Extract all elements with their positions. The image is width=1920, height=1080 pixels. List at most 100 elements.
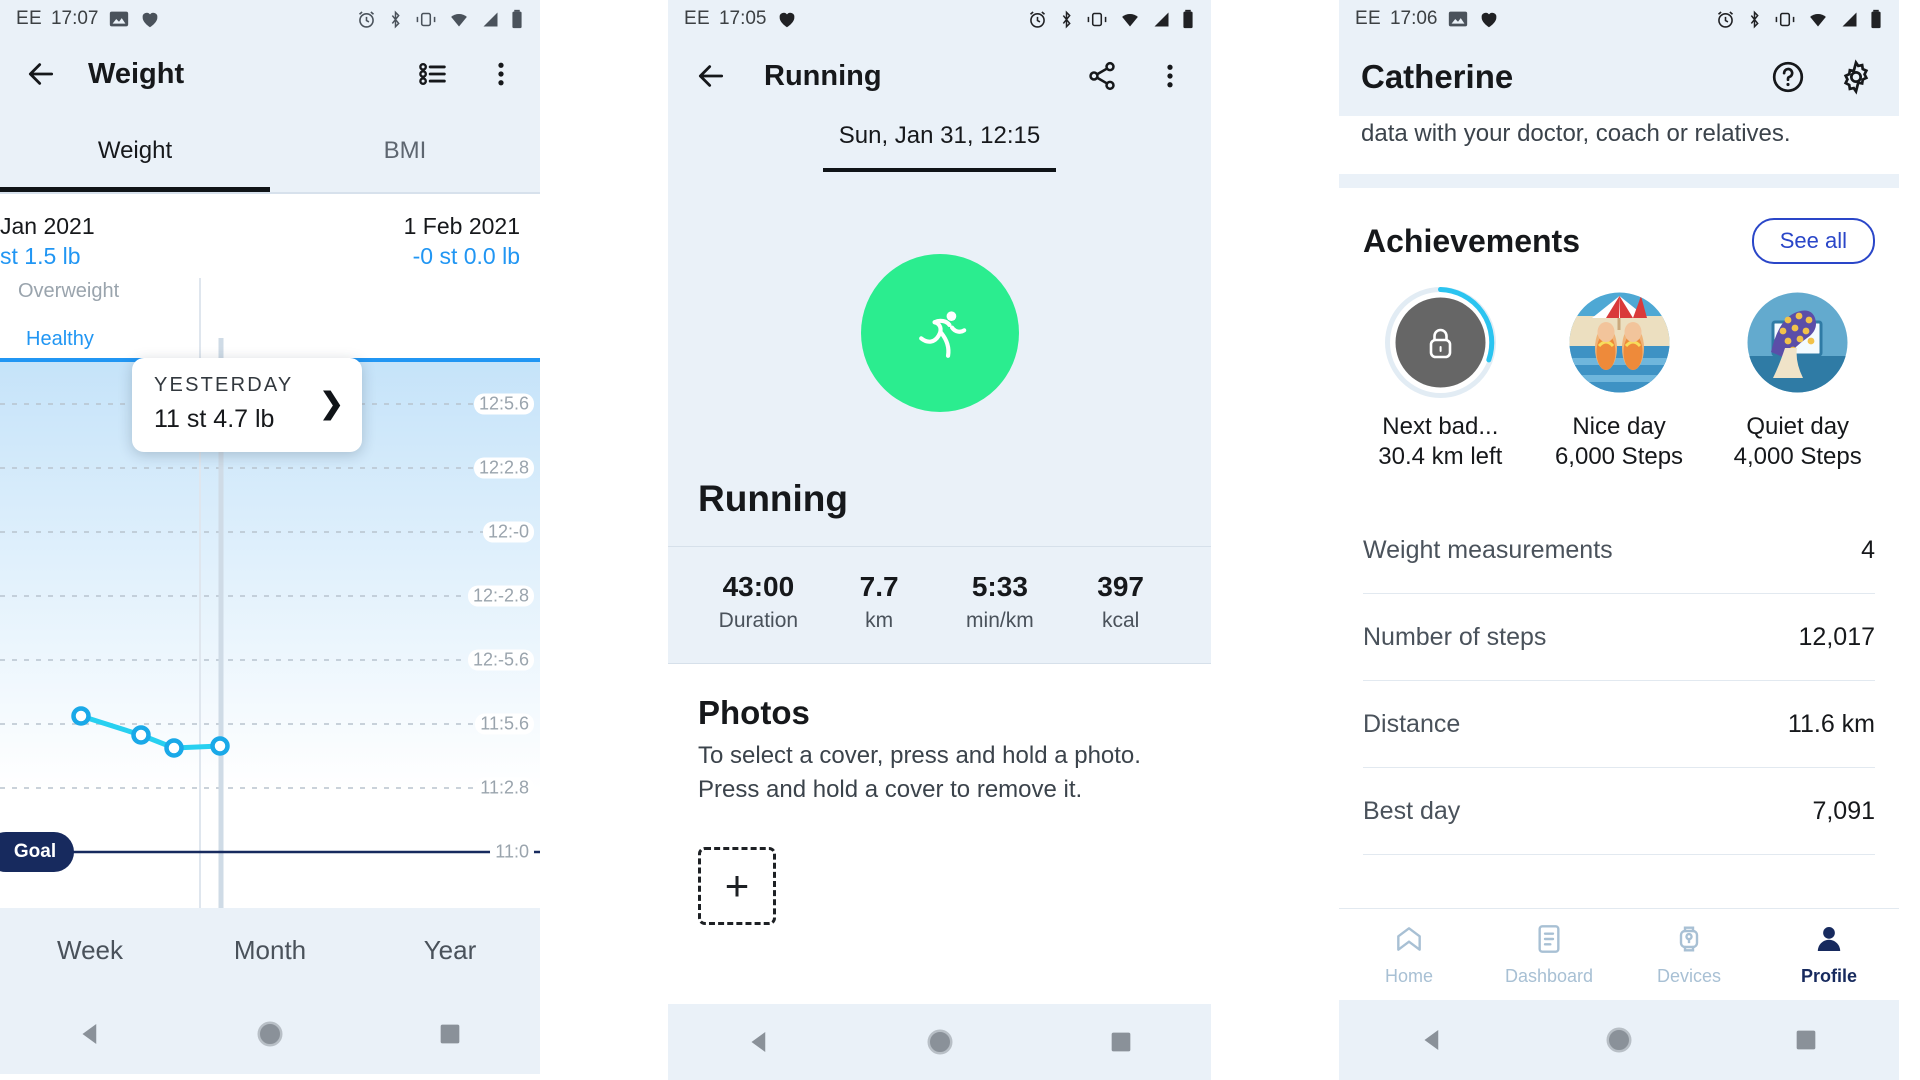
stat-value: 7.7 xyxy=(859,571,899,602)
stats-row[interactable]: Distance 11.6 km xyxy=(1363,681,1875,767)
status-bar: EE 17:07 xyxy=(0,0,540,38)
status-carrier: EE xyxy=(1355,8,1381,29)
date-tab-row: Sun, Jan 31, 12:15 xyxy=(668,114,1211,188)
overflow-menu-icon[interactable] xyxy=(480,53,522,95)
summary-right: 1 Feb 2021 -0 st 0.0 lb xyxy=(404,212,528,272)
watch-icon xyxy=(1673,923,1705,960)
wifi-icon xyxy=(447,9,471,30)
activity-stats: 43:00 Duration 7.7 km 5:33 min/km 397 kc… xyxy=(668,547,1211,663)
status-carrier: EE xyxy=(684,8,710,29)
heart-icon xyxy=(1478,8,1500,30)
page-title: Weight xyxy=(88,57,185,90)
profile-intro-text: data with your doctor, coach or relative… xyxy=(1339,116,1899,148)
alarm-icon xyxy=(1715,9,1736,30)
row-value: 11.6 km xyxy=(1787,709,1875,738)
badge-next-badge[interactable]: Next bad... 30.4 km left xyxy=(1351,286,1530,471)
recents-nav-icon[interactable] xyxy=(1086,1012,1156,1072)
home-nav-icon[interactable] xyxy=(235,1004,305,1064)
see-all-button[interactable]: See all xyxy=(1751,218,1875,264)
android-nav-bar xyxy=(0,993,540,1074)
period-month[interactable]: Month xyxy=(180,935,360,966)
badge-quiet-day[interactable]: Quiet day 4,000 Steps xyxy=(1708,286,1887,471)
vibrate-icon xyxy=(414,9,438,30)
badge-nice-day[interactable]: Nice day 6,000 Steps xyxy=(1530,286,1709,471)
tab-bmi[interactable]: BMI xyxy=(270,110,540,192)
period-week[interactable]: Week xyxy=(0,935,180,966)
tab-home[interactable]: Home xyxy=(1339,909,1479,1000)
back-nav-icon[interactable] xyxy=(55,1004,125,1064)
band-label-healthy: Healthy xyxy=(18,326,102,352)
share-icon[interactable] xyxy=(1081,55,1123,97)
status-bar: EE 17:06 xyxy=(1339,0,1899,38)
y-axis-tick: 12:-2.8 xyxy=(467,585,534,607)
y-axis-tick: 12:2.8 xyxy=(473,457,534,479)
tab-profile[interactable]: Profile xyxy=(1759,909,1899,1000)
tab-devices[interactable]: Devices xyxy=(1619,909,1759,1000)
goal-badge: Goal xyxy=(0,831,74,872)
image-icon xyxy=(108,8,130,30)
recents-nav-icon[interactable] xyxy=(415,1004,485,1064)
badge-name: Quiet day xyxy=(1746,413,1850,440)
tooltip-value: 11 st 4.7 lb xyxy=(154,404,275,433)
stats-row[interactable]: Best day 7,091 xyxy=(1363,768,1875,854)
recents-nav-icon[interactable] xyxy=(1771,1010,1841,1070)
page-title: Running xyxy=(764,59,882,92)
heart-icon xyxy=(139,8,161,30)
chart-tooltip[interactable]: YESTERDAY 11 st 4.7 lb ❯ xyxy=(132,357,362,452)
panel-running: EE 17:05 Running Sun, Jan 31, 12:15 Runn… xyxy=(668,0,1211,1080)
period-selector: Week Month Year xyxy=(0,907,540,994)
three-phone-screenshots: EE 17:07 Weight Weight BMI Jan 2021 st 1… xyxy=(0,0,1920,1080)
battery-icon xyxy=(1869,8,1883,30)
page-title: Catherine xyxy=(1361,58,1514,95)
overflow-menu-icon[interactable] xyxy=(1149,55,1191,97)
chevron-right-icon[interactable]: ❯ xyxy=(319,386,343,421)
achievements-header: Achievements See all xyxy=(1339,188,1899,264)
tab-label: Profile xyxy=(1800,965,1857,986)
summary-left-value: st 1.5 lb xyxy=(0,242,81,269)
tab-dashboard[interactable]: Dashboard xyxy=(1479,909,1619,1000)
person-icon xyxy=(1813,923,1845,960)
help-icon[interactable] xyxy=(1767,56,1809,98)
home-icon xyxy=(1392,923,1426,960)
stat-unit: kcal xyxy=(1101,609,1140,632)
weight-chart[interactable]: Overweight Healthy 12:5.6 12:2.8 12:-0 1… xyxy=(0,277,540,908)
status-bar: EE 17:05 xyxy=(668,0,1211,38)
period-year[interactable]: Year xyxy=(360,935,540,966)
row-value: 7,091 xyxy=(1812,796,1875,825)
row-divider xyxy=(1363,854,1875,855)
badge-sub: 30.4 km left xyxy=(1378,443,1503,470)
weight-summary-row: Jan 2021 st 1.5 lb 1 Feb 2021 -0 st 0.0 … xyxy=(0,194,540,278)
home-nav-icon[interactable] xyxy=(1584,1010,1654,1070)
y-axis-tick: 12:-0 xyxy=(482,521,534,543)
band-label-overweight: Overweight xyxy=(18,279,120,302)
y-axis-tick: 11:5.6 xyxy=(475,713,534,735)
screenshot-gutter xyxy=(540,0,668,1080)
stat-value: 5:33 xyxy=(971,571,1028,602)
section-separator xyxy=(1339,174,1899,188)
back-button[interactable] xyxy=(688,53,734,99)
tab-label: Devices xyxy=(1656,965,1722,986)
back-nav-icon[interactable] xyxy=(724,1012,794,1072)
stats-row[interactable]: Weight measurements 4 xyxy=(1363,507,1875,593)
activity-hero xyxy=(668,188,1211,478)
gear-icon[interactable] xyxy=(1835,56,1877,98)
list-icon[interactable] xyxy=(412,53,454,95)
weight-bmi-tabs: Weight BMI xyxy=(0,110,540,192)
sofa-tv-badge-icon xyxy=(1741,286,1854,399)
signal-icon xyxy=(1151,9,1172,30)
locked-badge-icon xyxy=(1384,286,1497,399)
photos-description-line1: To select a cover, press and hold a phot… xyxy=(698,742,1141,769)
stats-row[interactable]: Number of steps 12,017 xyxy=(1363,594,1875,680)
tab-session-date[interactable]: Sun, Jan 31, 12:15 xyxy=(821,114,1059,172)
add-photo-button[interactable]: + xyxy=(698,846,776,925)
tab-weight[interactable]: Weight xyxy=(0,110,270,192)
back-button[interactable] xyxy=(18,51,64,97)
signal-icon xyxy=(480,9,501,30)
status-carrier: EE xyxy=(16,8,42,29)
back-nav-icon[interactable] xyxy=(1397,1010,1467,1070)
app-bar: Weight xyxy=(0,38,540,110)
panel-weight: EE 17:07 Weight Weight BMI Jan 2021 st 1… xyxy=(0,0,540,1080)
bluetooth-icon xyxy=(386,9,405,30)
home-nav-icon[interactable] xyxy=(905,1012,975,1072)
y-axis-tick: 11:0 xyxy=(490,841,534,863)
